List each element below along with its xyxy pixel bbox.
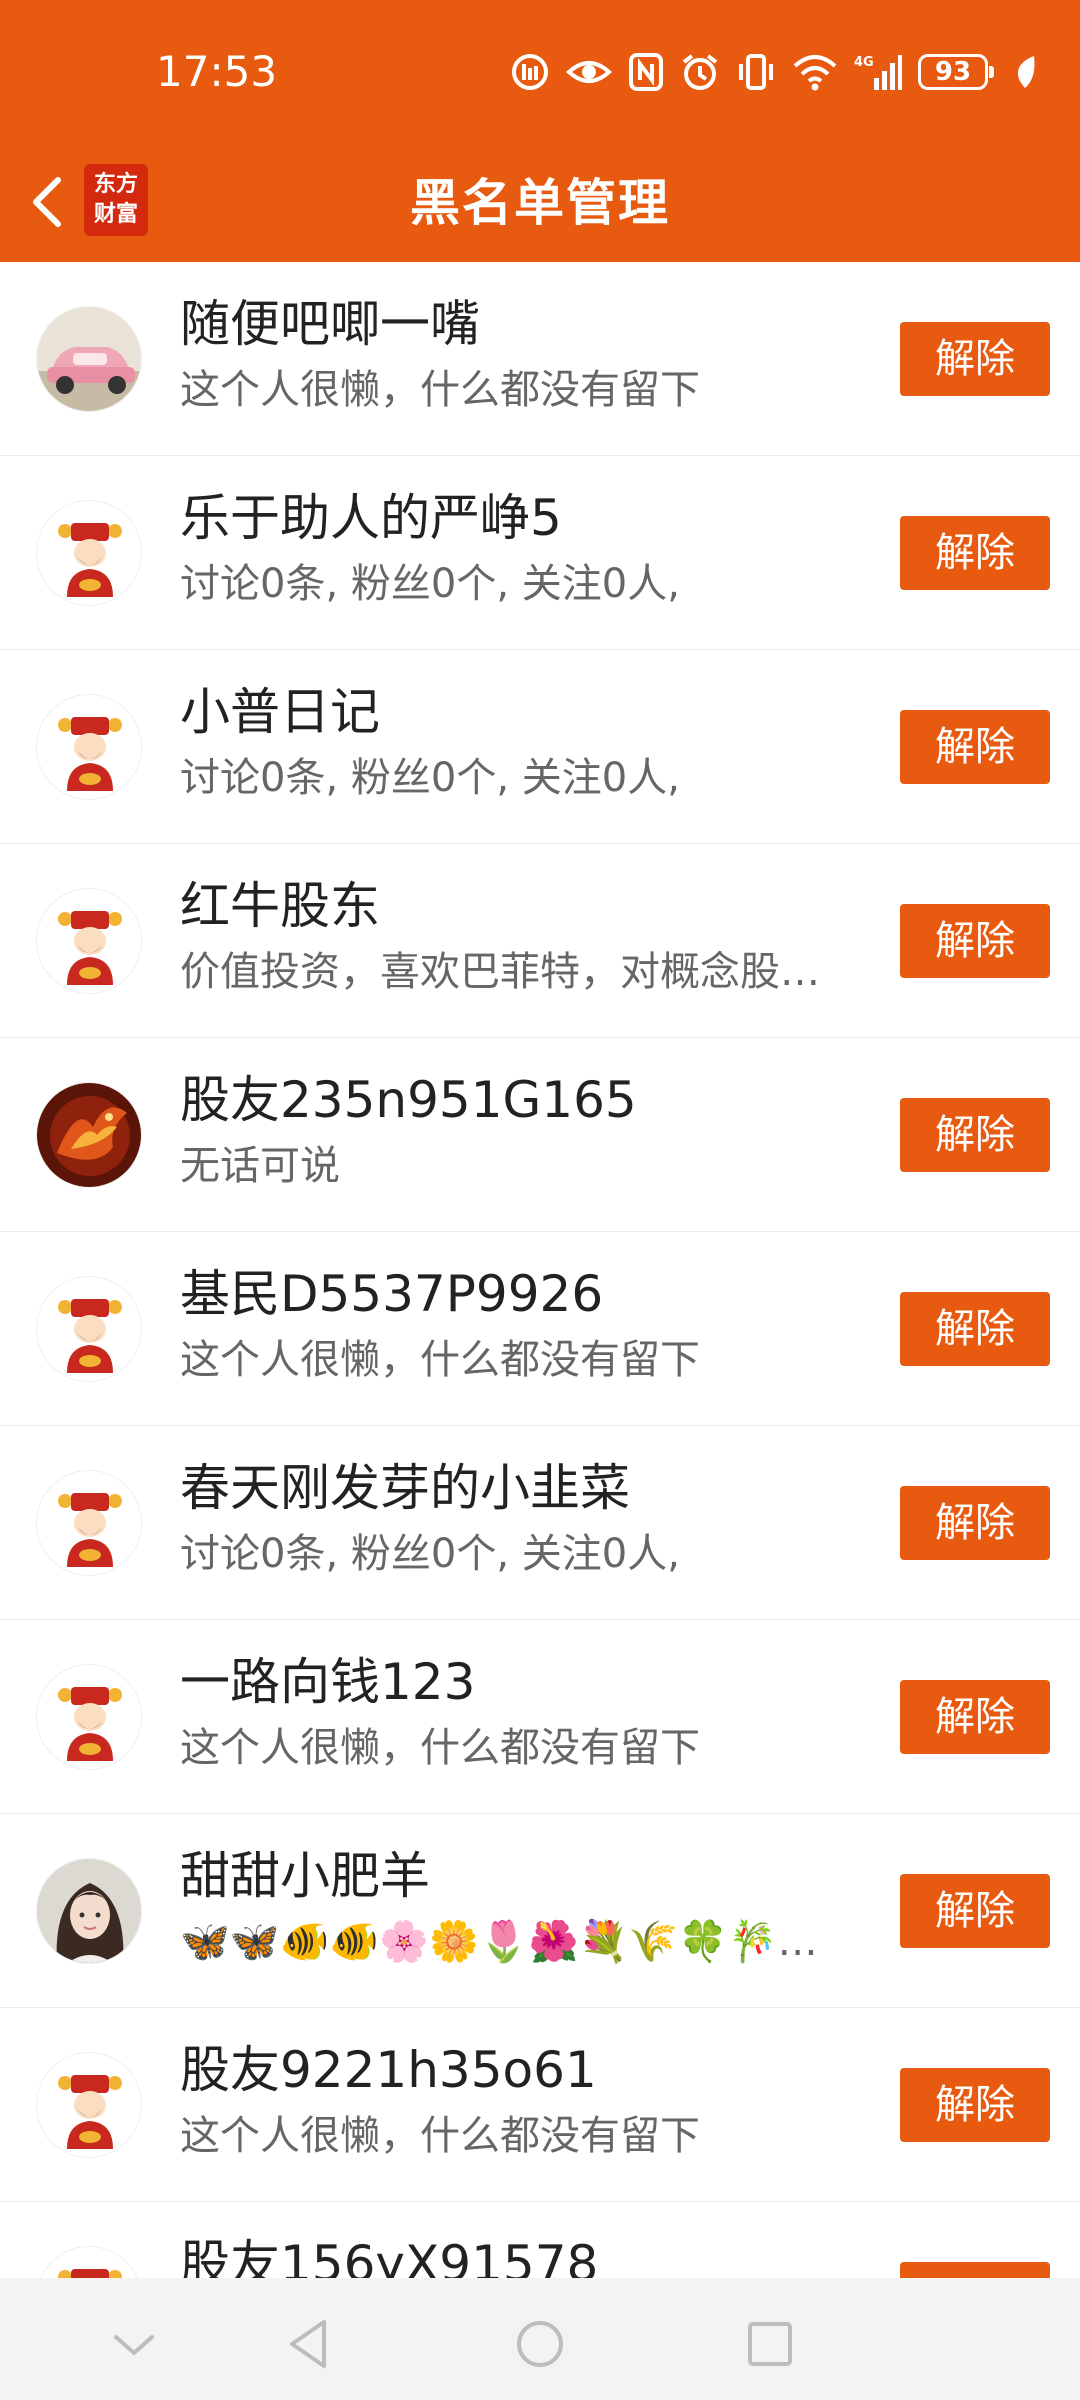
fortune-god-avatar[interactable] [36,1470,142,1576]
unblock-button[interactable]: 解除 [900,2262,1050,2278]
user-description: 这个人很懒，什么都没有留下 [180,1725,700,1771]
blacklist-row[interactable]: 股友235n951G165 无话可说 解除 [0,1038,1080,1232]
user-name: 乐于助人的严峥5 [180,489,562,547]
signal-icon: 4G [854,52,902,92]
user-description: 🦋🦋🐠🐠🌸🌼🌷🌺💐🌾🍀🎋… [180,1919,818,1965]
blacklist-row[interactable]: 随便吧唧一嘴 这个人很懒，什么都没有留下 解除 [0,262,1080,456]
unblock-button[interactable]: 解除 [900,1486,1050,1560]
blacklist-row[interactable]: 股友9221h35o61 这个人很懒，什么都没有留下 解除 [0,2008,1080,2202]
page-title: 黑名单管理 [410,174,670,232]
unblock-button[interactable]: 解除 [900,322,1050,396]
user-name: 基民D5537P9926 [180,1265,604,1323]
blacklist-row[interactable]: 乐于助人的严峥5 讨论0条, 粉丝0个, 关注0人, 解除 [0,456,1080,650]
nfc-icon [628,52,664,92]
vibrate-icon [736,52,776,92]
back-icon[interactable] [278,2314,338,2374]
user-name: 春天刚发芽的小韭菜 [180,1459,630,1517]
unblock-button[interactable]: 解除 [900,1874,1050,1948]
header-bar: 黑名单管理 东方 财富 [0,144,1080,262]
pink-car-avatar[interactable] [36,306,142,412]
user-name: 股友9221h35o61 [180,2041,597,2099]
collapse-icon[interactable] [104,2314,164,2374]
status-icons: 4G 93 [510,48,1036,96]
leaf-icon [1014,54,1036,90]
user-description: 无话可说 [180,1143,340,1189]
girl-photo-avatar[interactable] [36,1858,142,1964]
user-description: 这个人很懒，什么都没有留下 [180,367,700,413]
wifi-icon [792,52,838,92]
recents-icon[interactable] [740,2314,800,2374]
back-button[interactable] [16,164,76,240]
alarm-icon [680,52,720,92]
blacklist-row[interactable]: 红牛股东 价值投资，喜欢巴菲特，对概念股… 解除 [0,844,1080,1038]
blacklist-row[interactable]: 小普日记 讨论0条, 粉丝0个, 关注0人, 解除 [0,650,1080,844]
user-name: 一路向钱123 [180,1653,476,1711]
fortune-god-avatar[interactable] [36,500,142,606]
phoenix-avatar[interactable] [36,1082,142,1188]
status-time: 17:53 [156,47,278,96]
svg-text:4G: 4G [854,55,874,70]
blacklist-row[interactable]: 股友156yX91578 解除 [0,2202,1080,2278]
user-description: 讨论0条, 粉丝0个, 关注0人, [180,561,680,607]
battery-icon: 93 [918,54,994,90]
logo-line1: 东方 [93,172,138,197]
unblock-button[interactable]: 解除 [900,1098,1050,1172]
blacklist-screen: 17:53 4G 93 黑名单管理 东方 财富 随便吧唧一嘴 这个人很懒，什么都… [0,0,1080,2400]
fortune-god-avatar[interactable] [36,888,142,994]
user-description: 价值投资，喜欢巴菲特，对概念股… [180,949,820,995]
chevron-left-icon [33,177,61,227]
logo-line2: 财富 [93,202,138,227]
blacklist-row[interactable]: 一路向钱123 这个人很懒，什么都没有留下 解除 [0,1620,1080,1814]
unblock-button[interactable]: 解除 [900,710,1050,784]
user-name: 红牛股东 [180,877,380,935]
user-name: 随便吧唧一嘴 [180,295,480,353]
unblock-button[interactable]: 解除 [900,1292,1050,1366]
data-saver-icon [510,52,550,92]
fortune-god-avatar[interactable] [36,2052,142,2158]
unblock-button[interactable]: 解除 [900,1680,1050,1754]
user-description: 讨论0条, 粉丝0个, 关注0人, [180,755,680,801]
user-name: 股友235n951G165 [180,1071,637,1129]
navigation-bar [0,2278,1080,2400]
home-icon[interactable] [510,2314,570,2374]
user-description: 讨论0条, 粉丝0个, 关注0人, [180,1531,680,1577]
user-name: 股友156yX91578 [180,2235,599,2278]
blacklist-row[interactable]: 春天刚发芽的小韭菜 讨论0条, 粉丝0个, 关注0人, 解除 [0,1426,1080,1620]
user-description: 这个人很懒，什么都没有留下 [180,1337,700,1383]
eye-icon [566,52,612,92]
unblock-button[interactable]: 解除 [900,2068,1050,2142]
fortune-god-avatar[interactable] [36,2246,142,2278]
blacklist-row[interactable]: 甜甜小肥羊 🦋🦋🐠🐠🌸🌼🌷🌺💐🌾🍀🎋… 解除 [0,1814,1080,2008]
fortune-god-avatar[interactable] [36,1276,142,1382]
user-description: 这个人很懒，什么都没有留下 [180,2113,700,2159]
unblock-button[interactable]: 解除 [900,904,1050,978]
user-name: 甜甜小肥羊 [180,1847,430,1905]
user-name: 小普日记 [180,683,380,741]
blacklist-list: 随便吧唧一嘴 这个人很懒，什么都没有留下 解除 乐于助人的严峥5 讨论0条, 粉… [0,262,1080,2278]
app-logo: 东方 财富 [84,164,148,236]
status-bar: 17:53 4G 93 [0,0,1080,144]
blacklist-row[interactable]: 基民D5537P9926 这个人很懒，什么都没有留下 解除 [0,1232,1080,1426]
fortune-god-avatar[interactable] [36,1664,142,1770]
fortune-god-avatar[interactable] [36,694,142,800]
unblock-button[interactable]: 解除 [900,516,1050,590]
